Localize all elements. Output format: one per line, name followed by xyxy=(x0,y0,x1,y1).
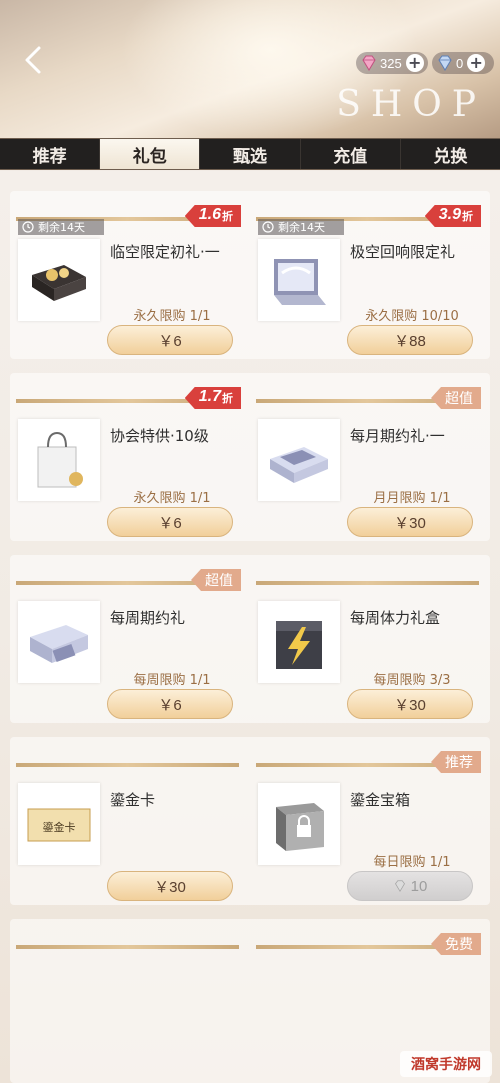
shop-logo: SHOP xyxy=(336,84,486,125)
gift-card-limited-first[interactable]: 剩余14天 1.6 折 临空限定初礼·一 永久限购 1/1 ￥6 xyxy=(10,191,245,359)
purchase-limit: 永久限购 10/10 xyxy=(365,309,459,324)
currency-pink-diamond: 325 + xyxy=(356,52,428,74)
discount-unit: 折 xyxy=(222,393,233,405)
purchase-limit: 月月限购 1/1 xyxy=(373,491,451,506)
discount-unit: 折 xyxy=(462,211,473,223)
drawer-box-icon xyxy=(270,447,328,483)
back-arrow-icon xyxy=(25,46,41,74)
gift-card-association-level10[interactable]: 1.7 折 协会特供·10级 永久限购 1/1 ￥6 xyxy=(10,373,245,541)
currency-blue-diamond: 0 + xyxy=(432,52,494,74)
purchase-limit: 每周限购 3/3 xyxy=(373,673,451,688)
lightning-bag-icon xyxy=(276,621,322,669)
add-blue-diamond-button[interactable]: + xyxy=(467,54,486,72)
price-button[interactable]: ￥6 xyxy=(107,689,233,719)
locked-chest-icon xyxy=(276,803,324,851)
discount-badge: 1.7 折 xyxy=(184,387,241,409)
gift-thumbnail xyxy=(18,601,100,683)
remaining-time-badge: 剩余14天 xyxy=(258,219,344,235)
gift-name: 每周期约礼 xyxy=(110,609,186,627)
price-button[interactable]: ￥30 xyxy=(107,871,233,901)
purchase-limit: 每日限购 1/1 xyxy=(373,855,451,870)
gift-pack-list: 剩余14天 1.6 折 临空限定初礼·一 永久限购 1/1 ￥6 剩余14天 3.… xyxy=(0,171,500,1083)
diamond-icon xyxy=(394,880,405,892)
gift-card-partial-left[interactable] xyxy=(10,919,245,1083)
gift-card-gold-chest[interactable]: 推荐 鎏金宝箱 每日限购 1/1 10 xyxy=(250,737,485,905)
price-button[interactable]: ￥30 xyxy=(347,689,473,719)
remaining-time: 剩余14天 xyxy=(38,221,85,234)
price-button[interactable]: ￥6 xyxy=(107,325,233,355)
tab-exchange[interactable]: 兑换 xyxy=(401,139,500,169)
remaining-time: 剩余14天 xyxy=(278,221,325,234)
gift-name: 极空回响限定礼 xyxy=(350,243,456,261)
recommend-badge: 推荐 xyxy=(431,751,481,773)
gift-card-monthly-one[interactable]: 超值 每月期约礼·一 月月限购 1/1 ￥30 xyxy=(250,373,485,541)
free-badge: 免费 xyxy=(431,933,481,955)
price-button-disabled[interactable]: 10 xyxy=(347,871,473,901)
tab-select[interactable]: 甄选 xyxy=(200,139,301,169)
card-top-line xyxy=(16,763,239,767)
price-button[interactable]: ￥30 xyxy=(347,507,473,537)
back-button[interactable] xyxy=(18,40,48,80)
discount-value: 1.7 xyxy=(198,388,221,405)
gift-box-icon xyxy=(32,265,86,301)
gold-card-text: 鎏金卡 xyxy=(43,820,76,834)
price-button[interactable]: ￥88 xyxy=(347,325,473,355)
value-badge: 超值 xyxy=(431,387,481,409)
add-pink-diamond-button[interactable]: + xyxy=(405,54,424,72)
currency-pink-amount: 325 xyxy=(380,55,402,71)
card-top-line xyxy=(16,945,239,949)
discount-value: 1.6 xyxy=(198,206,221,223)
card-top-line xyxy=(256,581,479,585)
jewelry-case-icon xyxy=(274,259,326,305)
site-watermark: 酒窝手游网 xyxy=(400,1051,492,1077)
clock-icon xyxy=(262,221,274,233)
tab-bar: 推荐 礼包 甄选 充值 兑换 xyxy=(0,138,500,170)
gift-card-weekly-stamina[interactable]: 每周体力礼盒 每周限购 3/3 ￥30 xyxy=(250,555,485,723)
remaining-time-badge: 剩余14天 xyxy=(18,219,104,235)
gift-thumbnail xyxy=(18,419,100,501)
gift-name: 临空限定初礼·一 xyxy=(110,243,220,261)
gift-thumbnail: 鎏金卡 xyxy=(18,783,100,865)
clock-icon xyxy=(22,221,34,233)
price-button[interactable]: ￥6 xyxy=(107,507,233,537)
gift-name: 鎏金宝箱 xyxy=(350,791,411,809)
discount-value: 3.9 xyxy=(438,206,461,223)
gift-name: 每月期约礼·一 xyxy=(350,427,445,445)
discount-unit: 折 xyxy=(222,211,233,223)
blue-diamond-icon xyxy=(438,55,452,71)
shop-header: 325 + 0 + SHOP xyxy=(0,0,500,138)
gift-name: 协会特供·10级 xyxy=(110,427,209,445)
currency-blue-amount: 0 xyxy=(456,55,464,71)
gift-thumbnail xyxy=(18,239,100,321)
gift-thumbnail xyxy=(258,239,340,321)
gift-thumbnail xyxy=(258,601,340,683)
tab-recommend[interactable]: 推荐 xyxy=(0,139,101,169)
gift-name: 每周体力礼盒 xyxy=(350,609,441,627)
purchase-limit: 每周限购 1/1 xyxy=(133,673,211,688)
discount-badge: 1.6 折 xyxy=(184,205,241,227)
tab-gift-pack[interactable]: 礼包 xyxy=(100,139,201,169)
price-amount: 10 xyxy=(410,877,428,895)
drawer-box-icon xyxy=(30,625,88,663)
discount-badge: 3.9 折 xyxy=(424,205,481,227)
gift-card-gold-card[interactable]: 鎏金卡 鎏金卡 ￥30 xyxy=(10,737,245,905)
gift-name: 鎏金卡 xyxy=(110,791,156,809)
shopping-bag-icon xyxy=(37,431,83,488)
purchase-limit: 永久限购 1/1 xyxy=(133,309,211,324)
gift-thumbnail xyxy=(258,783,340,865)
gift-card-echo-limited[interactable]: 剩余14天 3.9 折 极空回响限定礼 永久限购 10/10 ￥88 xyxy=(250,191,485,359)
purchase-limit: 永久限购 1/1 xyxy=(133,491,211,506)
gift-thumbnail xyxy=(258,419,340,501)
gift-card-weekly[interactable]: 超值 每周期约礼 每周限购 1/1 ￥6 xyxy=(10,555,245,723)
tab-recharge[interactable]: 充值 xyxy=(301,139,401,169)
pink-diamond-icon xyxy=(362,55,376,71)
value-badge: 超值 xyxy=(191,569,241,591)
gold-card-icon: 鎏金卡 xyxy=(27,808,91,842)
